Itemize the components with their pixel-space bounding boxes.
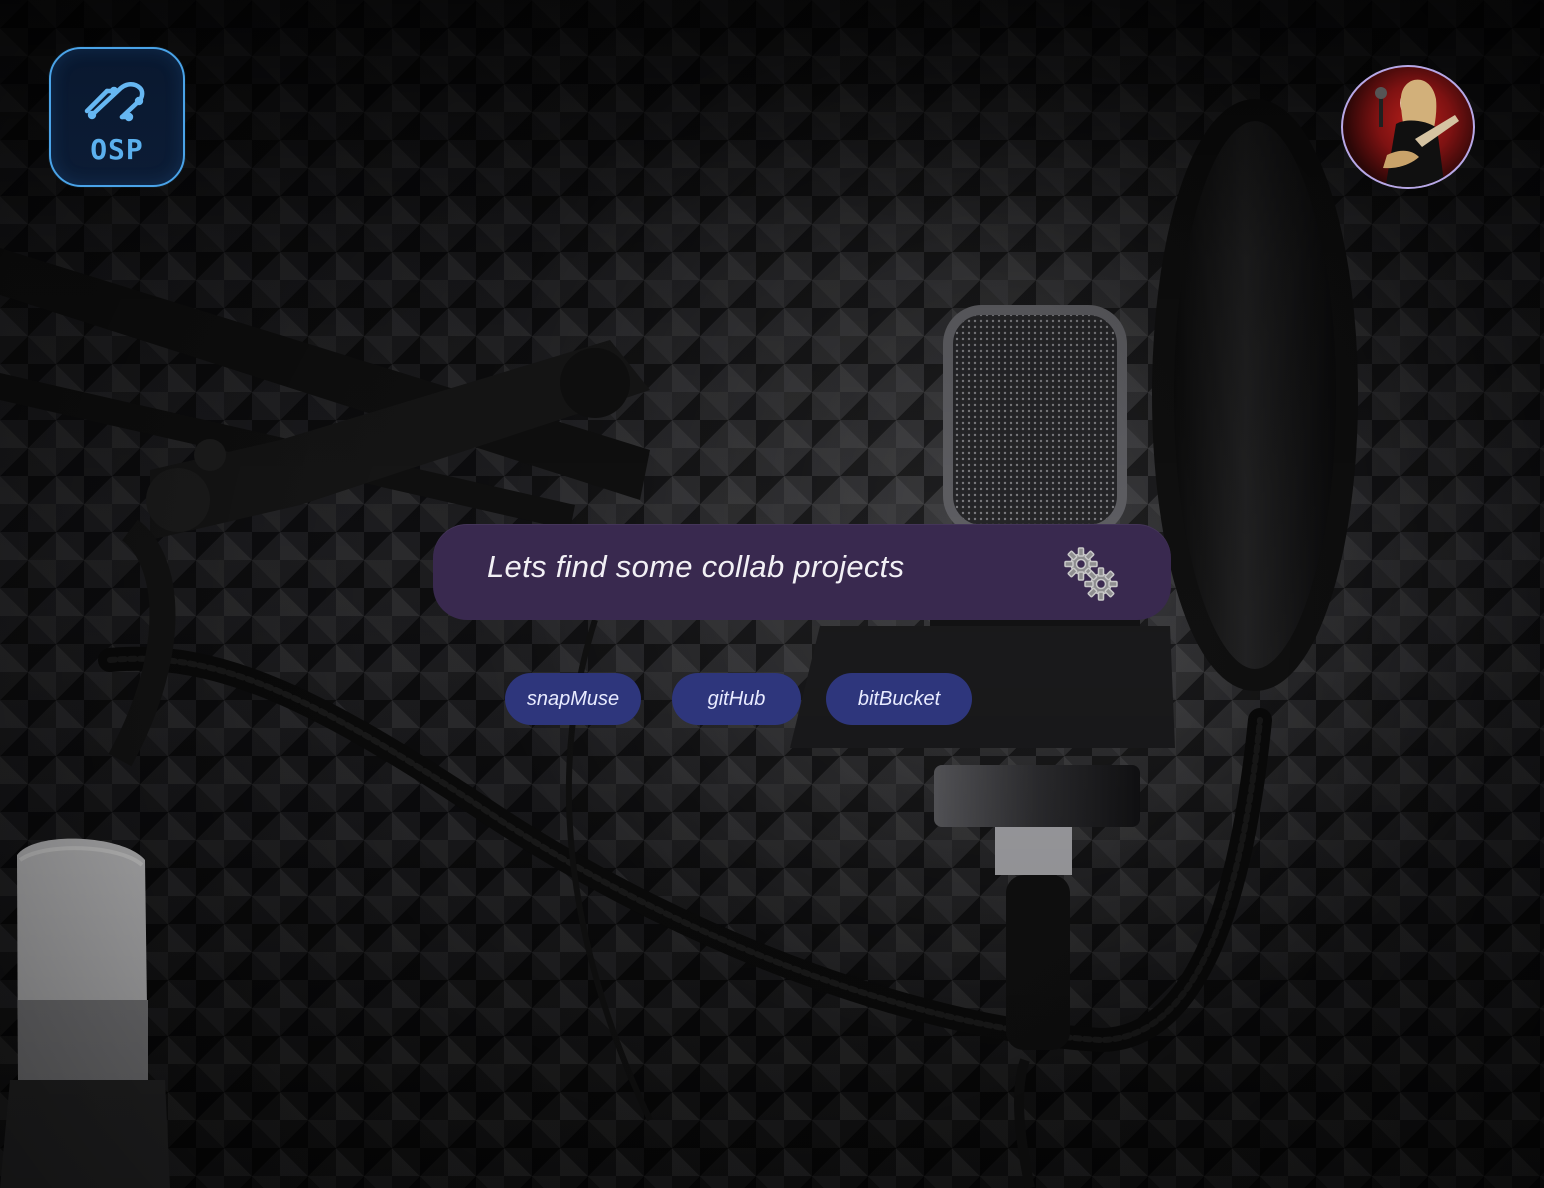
app-screen: OSP Lets find some collab projects snapM… bbox=[0, 0, 1544, 1188]
user-avatar[interactable] bbox=[1341, 65, 1475, 189]
platform-chip-bitbucket[interactable]: bitBucket bbox=[826, 673, 972, 725]
gears-icon[interactable] bbox=[1061, 544, 1123, 606]
platform-chip-snapmuse[interactable]: snapMuse bbox=[505, 673, 641, 725]
link-logo-icon bbox=[84, 82, 145, 122]
osp-logo[interactable]: OSP bbox=[49, 47, 185, 187]
platform-chip-github[interactable]: gitHub bbox=[672, 673, 801, 725]
search-bar[interactable]: Lets find some collab projects bbox=[433, 524, 1171, 620]
search-prompt[interactable]: Lets find some collab projects bbox=[487, 551, 904, 582]
avatar-image bbox=[1375, 79, 1459, 187]
logo-text: OSP bbox=[90, 133, 144, 166]
